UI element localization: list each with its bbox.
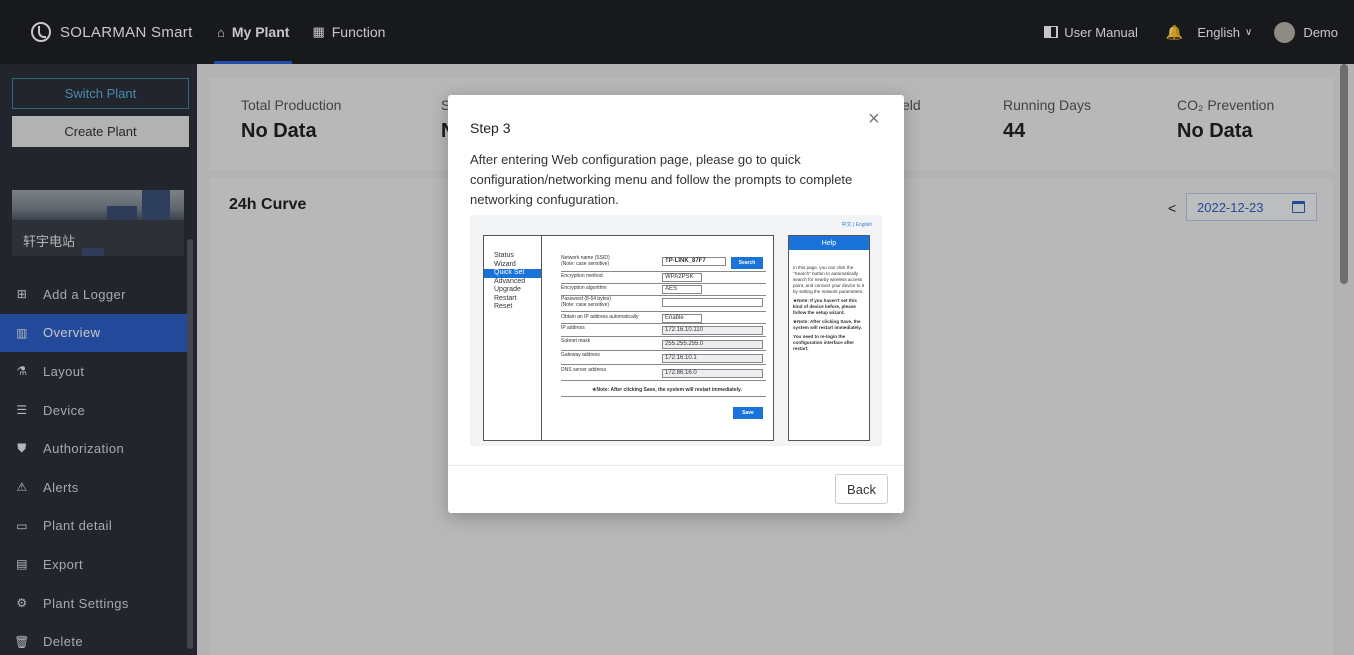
router-field: AES	[662, 285, 702, 294]
close-icon[interactable]: ×	[868, 109, 880, 129]
router-label: (Note: case sensitive)	[561, 301, 610, 308]
router-label: IP address	[561, 325, 585, 331]
router-menu-item: Quick Set	[484, 269, 541, 278]
router-field: TP-LINK_87F7	[662, 257, 726, 266]
step-modal: Step 3 × After entering Web configuratio…	[448, 95, 904, 513]
router-note: ★Note: After clicking Save, the system w…	[592, 387, 742, 393]
router-help-text: ★Note: After clicking Save, the system w…	[793, 319, 862, 330]
router-label: Obtain an IP address automatically	[561, 314, 639, 320]
router-help-title: Help	[789, 236, 869, 250]
router-label: Gateway address	[561, 352, 600, 358]
router-field: 255.255.255.0	[662, 340, 763, 349]
router-field: 172.16.10.1	[662, 354, 763, 363]
modal-title: Step 3	[470, 120, 511, 136]
router-menu-item: Restart	[494, 294, 517, 302]
router-help-text: You need to re-login the configuration i…	[793, 334, 855, 351]
router-label: DNS server address	[561, 367, 607, 373]
modal-footer	[448, 465, 904, 466]
router-menu: Status Wizard Quick Set Advanced Upgrade…	[483, 235, 541, 441]
router-label: (Note: case sensitive)	[561, 260, 610, 267]
router-label: Encryption algorithm	[561, 285, 607, 291]
router-language-links: 中文 | English	[841, 222, 872, 228]
router-field: 172.86.16.0	[662, 369, 763, 378]
router-label: Subnet mask	[561, 338, 591, 344]
modal-instructions: After entering Web configuration page, p…	[470, 152, 853, 207]
router-search-button: Search	[731, 257, 763, 269]
router-menu-item: Advanced	[494, 277, 526, 285]
back-button[interactable]: Back	[835, 474, 888, 504]
router-menu-item: Upgrade	[494, 286, 521, 293]
router-menu-item: Reset	[494, 303, 513, 310]
router-help-text: ★Note: If you haven't set this kind of d…	[793, 298, 857, 315]
router-save-button: Save	[733, 407, 763, 419]
router-field: 172.16.10.110	[662, 326, 763, 335]
router-menu-item: Wizard	[494, 260, 516, 268]
router-label: Encryption method	[561, 273, 603, 279]
router-help-panel: Help In this page, you can click the "Se…	[788, 235, 870, 441]
router-field: WPA2PSK	[662, 273, 702, 282]
router-menu-item: Status	[494, 252, 514, 259]
router-help-text: In this page, you can click the "Search"…	[793, 265, 864, 294]
router-config-screenshot: 中文 | English Status Wizard Quick Set Adv…	[470, 215, 882, 446]
router-field: Enable	[662, 314, 702, 323]
router-form: Network name (SSID) (Note: case sensitive…	[541, 235, 774, 441]
